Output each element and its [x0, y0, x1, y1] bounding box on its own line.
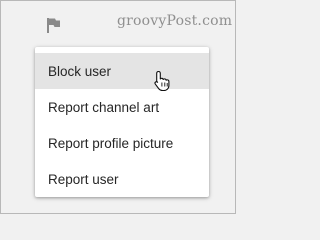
screenshot-frame: groovyPost.com Block user Report channel…: [0, 0, 236, 214]
menu-item-report-channel-art[interactable]: Report channel art: [35, 89, 209, 125]
menu-item-report-profile-picture[interactable]: Report profile picture: [35, 125, 209, 161]
flag-icon[interactable]: [45, 17, 61, 33]
menu-item-label: Report channel art: [48, 99, 160, 115]
menu-item-label: Block user: [48, 63, 112, 79]
menu-item-label: Report user: [48, 171, 119, 187]
menu-item-report-user[interactable]: Report user: [35, 161, 209, 197]
watermark-text: groovyPost.com: [117, 13, 233, 29]
menu-item-label: Report profile picture: [48, 135, 174, 151]
menu-item-block-user[interactable]: Block user: [35, 53, 209, 89]
report-menu: Block user Report channel art Report pro…: [35, 47, 209, 197]
